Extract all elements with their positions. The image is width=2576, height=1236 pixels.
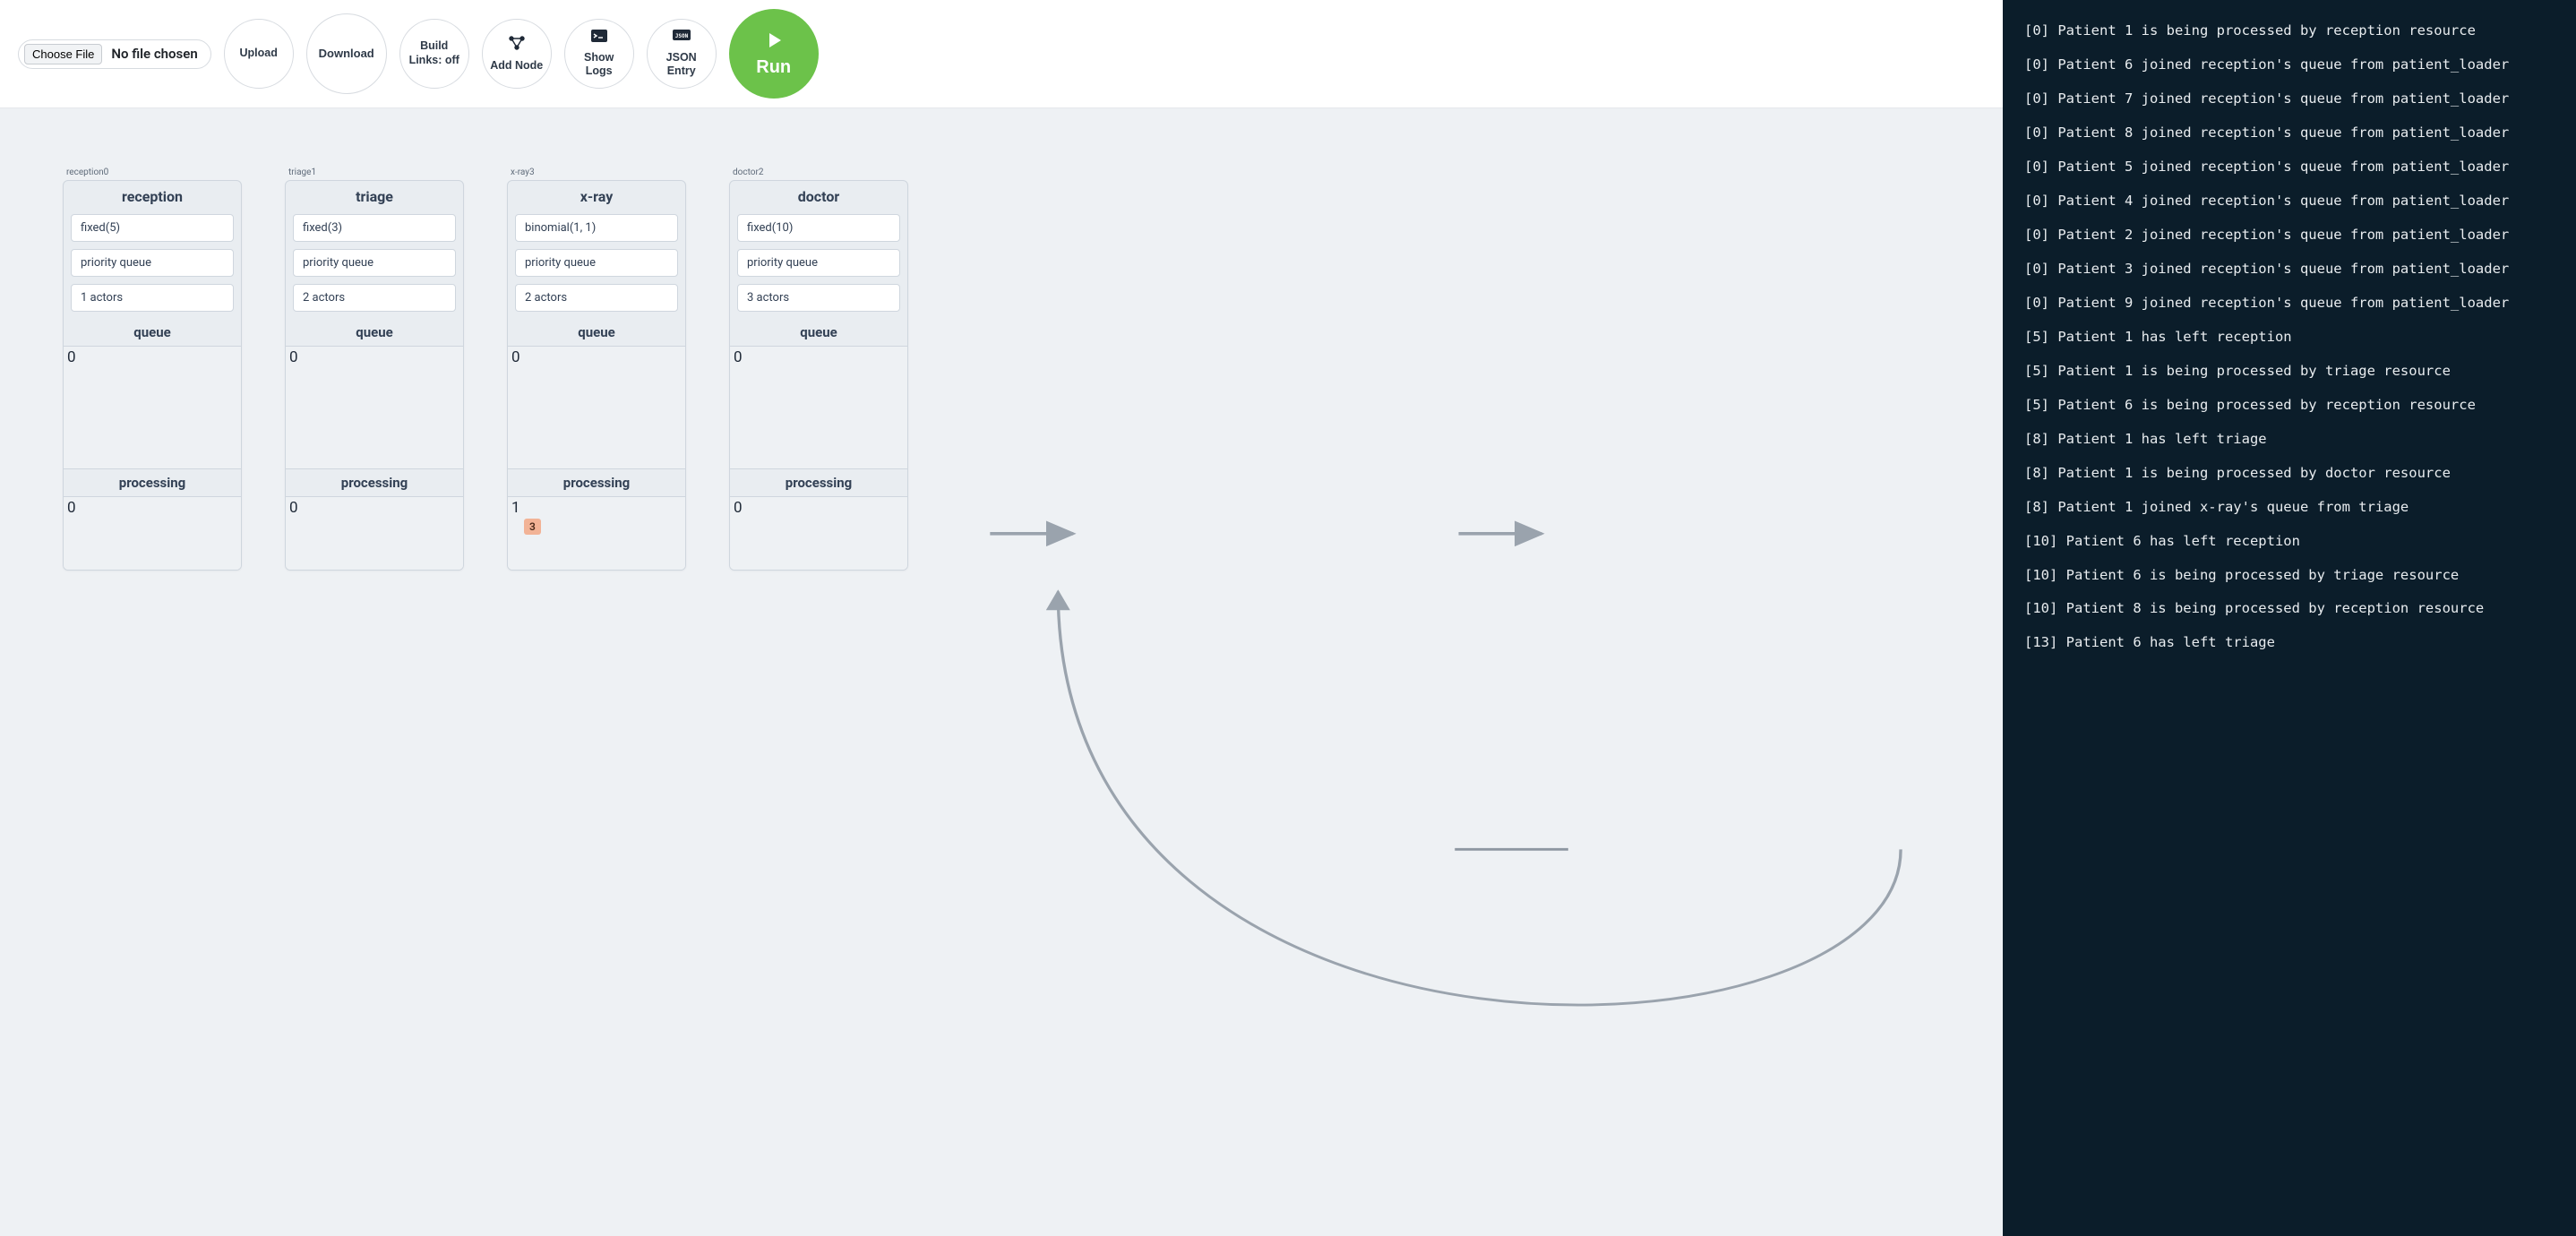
queue-box: 0 bbox=[286, 346, 463, 469]
log-line: [10] Patient 6 has left reception bbox=[2024, 525, 2555, 559]
log-line: [0] Patient 5 joined reception's queue f… bbox=[2024, 150, 2555, 185]
node-id: reception0 bbox=[66, 167, 108, 177]
file-status-text: No file chosen bbox=[111, 46, 197, 62]
graph-icon bbox=[508, 35, 526, 56]
svg-text:JSON: JSON bbox=[674, 33, 688, 39]
queue-label: queue bbox=[508, 319, 685, 346]
nodes-container: reception0 receptionfixed(5) priority queu… bbox=[0, 108, 2003, 1236]
play-icon bbox=[764, 30, 784, 56]
queue-count: 0 bbox=[289, 348, 298, 366]
file-chooser[interactable]: Choose File No file chosen bbox=[18, 39, 211, 69]
processing-count: 1 bbox=[511, 499, 520, 517]
upload-button[interactable]: Upload bbox=[224, 19, 294, 89]
node-card: doctorfixed(10) priority queue 3 actors que… bbox=[729, 180, 908, 571]
node-x-ray[interactable]: x-ray 3x-raybinomial(1, 1)priority queue2… bbox=[507, 180, 686, 571]
queue-type-field[interactable]: priority queue bbox=[515, 249, 678, 277]
json-icon: JSON bbox=[672, 29, 691, 47]
queue-box: 0 bbox=[508, 346, 685, 469]
choose-file-button[interactable]: Choose File bbox=[24, 44, 102, 64]
processing-label: processing bbox=[730, 469, 907, 496]
processing-count: 0 bbox=[734, 499, 743, 517]
log-line: [5] Patient 6 is being processed by rece… bbox=[2024, 389, 2555, 423]
log-line: [0] Patient 4 joined reception's queue f… bbox=[2024, 185, 2555, 219]
log-line: [8] Patient 1 has left triage bbox=[2024, 423, 2555, 457]
show-logs-button[interactable]: Show Logs bbox=[564, 19, 634, 89]
node-reception[interactable]: reception 0receptionfixed(5)priority queu… bbox=[63, 180, 242, 571]
log-line: [13] Patient 6 has left triage bbox=[2024, 626, 2555, 660]
node-title: doctor bbox=[730, 181, 907, 214]
distribution-field[interactable]: fixed(10) bbox=[737, 214, 900, 242]
log-line: [0] Patient 7 joined reception's queue f… bbox=[2024, 82, 2555, 116]
processing-box: 13 bbox=[508, 496, 685, 570]
canvas[interactable]: reception0 receptionfixed(5) priority queu… bbox=[0, 108, 2003, 1236]
actors-field[interactable]: 3 actors bbox=[737, 284, 900, 312]
node-id: x-ray3 bbox=[511, 167, 535, 177]
queue-count: 0 bbox=[67, 348, 76, 366]
build-links-button[interactable]: Build Links: off bbox=[399, 19, 469, 89]
queue-type-field[interactable]: priority queue bbox=[293, 249, 456, 277]
actors-field[interactable]: 2 actors bbox=[293, 284, 456, 312]
add-node-label: Add Node bbox=[490, 59, 543, 73]
log-line: [10] Patient 8 is being processed by rec… bbox=[2024, 592, 2555, 626]
node-card: triagefixed(3) priority queue 2 actors queu… bbox=[285, 180, 464, 571]
toolbar: Choose File No file chosen Upload Downlo… bbox=[0, 0, 2003, 108]
log-line: [0] Patient 6 joined reception's queue f… bbox=[2024, 48, 2555, 82]
log-line: [0] Patient 2 joined reception's queue f… bbox=[2024, 219, 2555, 253]
actors-field[interactable]: 2 actors bbox=[515, 284, 678, 312]
json-entry-label: JSON Entry bbox=[653, 51, 710, 79]
queue-label: queue bbox=[64, 319, 241, 346]
run-label: Run bbox=[756, 57, 791, 78]
processing-box: 0 bbox=[286, 496, 463, 570]
log-line: [5] Patient 1 has left reception bbox=[2024, 321, 2555, 355]
queue-label: queue bbox=[286, 319, 463, 346]
distribution-field[interactable]: binomial(1, 1) bbox=[515, 214, 678, 242]
processing-box: 0 bbox=[730, 496, 907, 570]
queue-count: 0 bbox=[511, 348, 520, 366]
actors-field[interactable]: 1 actors bbox=[71, 284, 234, 312]
node-id: doctor2 bbox=[733, 167, 763, 177]
node-id: triage1 bbox=[288, 167, 316, 177]
log-line: [10] Patient 6 is being processed by tri… bbox=[2024, 559, 2555, 593]
queue-box: 0 bbox=[730, 346, 907, 469]
log-line: [0] Patient 8 joined reception's queue f… bbox=[2024, 116, 2555, 150]
json-entry-button[interactable]: JSON JSON Entry bbox=[647, 19, 717, 89]
log-line: [5] Patient 1 is being processed by tria… bbox=[2024, 355, 2555, 389]
processing-box: 0 bbox=[64, 496, 241, 570]
queue-type-field[interactable]: priority queue bbox=[737, 249, 900, 277]
processing-label: processing bbox=[286, 469, 463, 496]
node-title: x-ray bbox=[508, 181, 685, 214]
node-card: receptionfixed(5) priority queue 1 actors q… bbox=[63, 180, 242, 571]
processing-item[interactable]: 3 bbox=[524, 519, 541, 535]
show-logs-label: Show Logs bbox=[571, 51, 628, 79]
run-button[interactable]: Run bbox=[729, 9, 819, 99]
log-line: [8] Patient 1 is being processed by doct… bbox=[2024, 457, 2555, 491]
log-line: [0] Patient 1 is being processed by rece… bbox=[2024, 14, 2555, 48]
processing-label: processing bbox=[508, 469, 685, 496]
queue-type-field[interactable]: priority queue bbox=[71, 249, 234, 277]
node-title: triage bbox=[286, 181, 463, 214]
node-title: reception bbox=[64, 181, 241, 214]
node-doctor[interactable]: doctor2doctorfixed(10)priority queue3 ac… bbox=[729, 180, 908, 571]
log-line: [0] Patient 9 joined reception's queue f… bbox=[2024, 287, 2555, 321]
processing-count: 0 bbox=[289, 499, 298, 517]
node-triage[interactable]: triage1triagefixed(3)priority queue2 act… bbox=[285, 180, 464, 571]
processing-count: 0 bbox=[67, 499, 76, 517]
log-line: [0] Patient 3 joined reception's queue f… bbox=[2024, 253, 2555, 287]
processing-label: processing bbox=[64, 469, 241, 496]
queue-box: 0 bbox=[64, 346, 241, 469]
download-button[interactable]: Download bbox=[306, 13, 387, 94]
node-card: x-raybinomial(1, 1) priority queue 2 actor… bbox=[507, 180, 686, 571]
queue-label: queue bbox=[730, 319, 907, 346]
queue-count: 0 bbox=[734, 348, 743, 366]
terminal-icon bbox=[590, 29, 608, 47]
add-node-button[interactable]: Add Node bbox=[482, 19, 552, 89]
log-line: [8] Patient 1 joined x-ray's queue from … bbox=[2024, 491, 2555, 525]
distribution-field[interactable]: fixed(5) bbox=[71, 214, 234, 242]
distribution-field[interactable]: fixed(3) bbox=[293, 214, 456, 242]
log-panel[interactable]: [0] Patient 1 is being processed by rece… bbox=[2003, 0, 2576, 1236]
